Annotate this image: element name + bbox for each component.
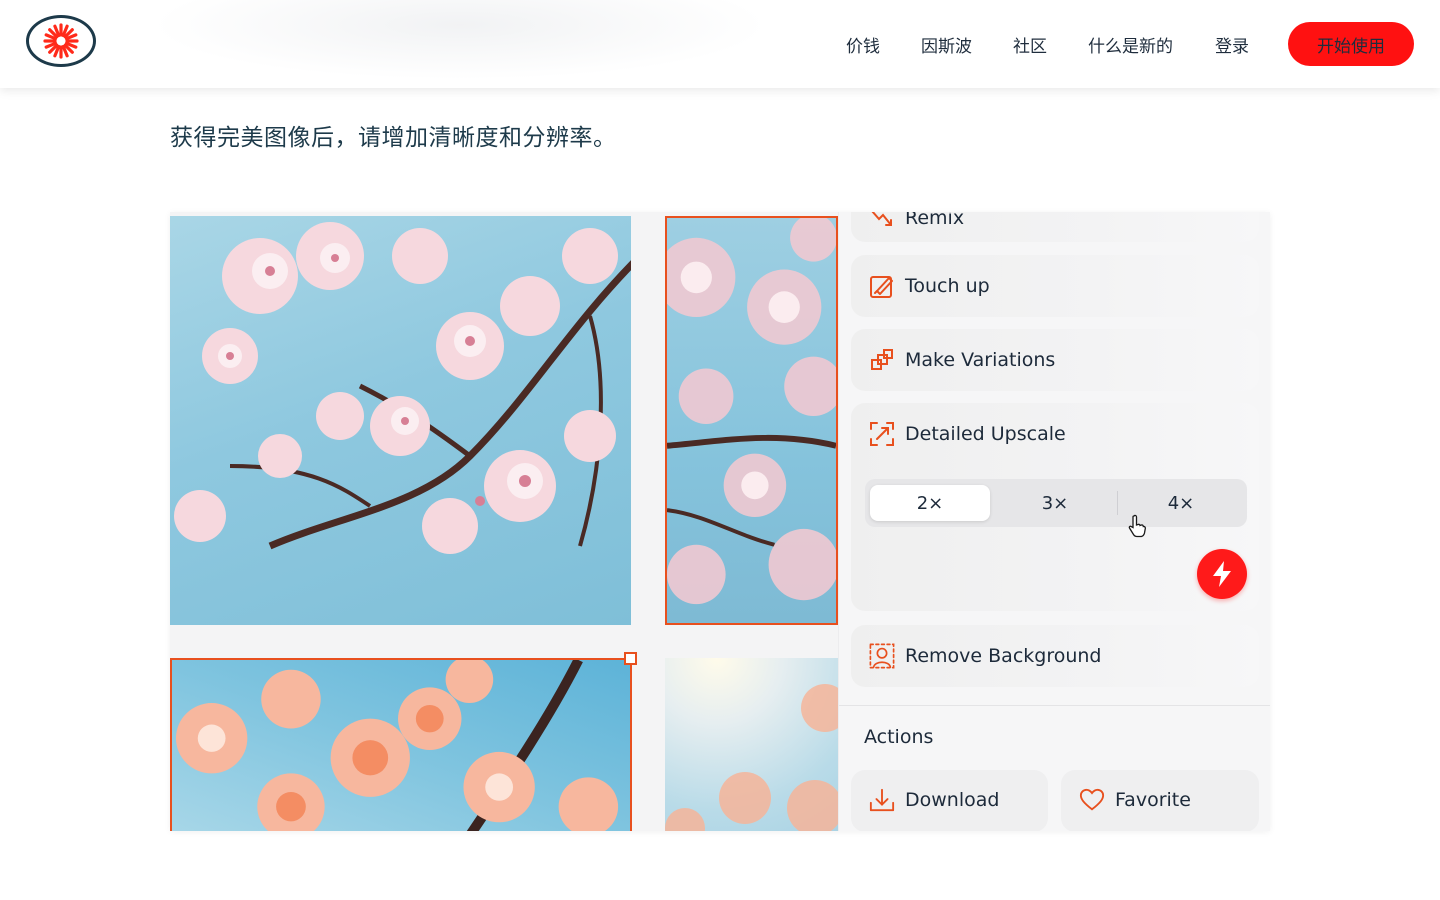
- photo-cherry-blossom-4[interactable]: [665, 658, 838, 831]
- variations-icon: [869, 347, 895, 373]
- site-header: 价钱 因斯波 社区 什么是新的 登录 开始使用: [0, 0, 1440, 88]
- upscale-icon: [869, 421, 895, 447]
- blossom-illustration: [174, 222, 631, 554]
- touch-up-row: Touch up: [869, 273, 990, 299]
- favorite-label: Favorite: [1115, 789, 1191, 811]
- header-haze: [150, 0, 770, 80]
- remove-background-icon: [869, 643, 895, 669]
- panel-divider: [839, 705, 1270, 706]
- nav-pricing[interactable]: 价钱: [846, 32, 880, 57]
- upscale-label: Detailed Upscale: [905, 423, 1066, 445]
- variations-label: Make Variations: [905, 349, 1056, 371]
- hand-cursor-icon: [1128, 514, 1146, 538]
- make-variations-card[interactable]: Make Variations: [851, 329, 1259, 391]
- blossom-illustration: [667, 218, 836, 605]
- nav-inspo[interactable]: 因斯波: [921, 32, 972, 57]
- nav-whats-new[interactable]: 什么是新的: [1088, 32, 1173, 57]
- photo-cherry-blossom-2[interactable]: [665, 216, 838, 625]
- app-showcase: Remix Touch up Make Variations Detailed …: [170, 212, 1270, 831]
- actions-heading: Actions: [864, 726, 934, 748]
- lightning-bolt-icon: [1213, 561, 1231, 587]
- get-started-button[interactable]: 开始使用: [1288, 22, 1414, 66]
- touch-up-label: Touch up: [905, 275, 990, 297]
- variations-row: Make Variations: [869, 347, 1055, 373]
- upscale-factor-selector: 2× 3× 4×: [865, 479, 1247, 538]
- remix-card[interactable]: Remix: [851, 212, 1259, 242]
- blossom-illustration: [665, 684, 838, 831]
- remove-background-card[interactable]: Remove Background: [851, 625, 1259, 687]
- tools-panel: Remix Touch up Make Variations Detailed …: [838, 212, 1270, 831]
- favorite-row: Favorite: [1079, 787, 1191, 813]
- photo-cherry-blossom-1[interactable]: [170, 216, 631, 625]
- photo-cherry-blossom-3[interactable]: [170, 658, 632, 831]
- remove-bg-label: Remove Background: [905, 645, 1102, 667]
- touch-up-card[interactable]: Touch up: [851, 255, 1259, 317]
- heart-icon: [1079, 787, 1105, 813]
- segment-divider: [1117, 491, 1118, 515]
- remix-label: Remix: [905, 212, 965, 229]
- download-button[interactable]: Download: [851, 770, 1048, 831]
- remove-bg-row: Remove Background: [869, 643, 1102, 669]
- download-label: Download: [905, 789, 1000, 811]
- logo[interactable]: [26, 15, 96, 67]
- tagline: 获得完美图像后，请增加清晰度和分辨率。: [170, 125, 617, 151]
- download-row: Download: [869, 787, 999, 813]
- resize-handle[interactable]: [624, 652, 637, 665]
- blossom-illustration: [175, 660, 619, 831]
- remix-row: Remix: [869, 212, 964, 231]
- upscale-option-2x[interactable]: 2×: [870, 485, 990, 521]
- favorite-button[interactable]: Favorite: [1061, 770, 1259, 831]
- remix-icon: [869, 212, 895, 231]
- touch-up-icon: [869, 273, 895, 299]
- starburst-logo-icon: [43, 23, 79, 59]
- run-upscale-button[interactable]: [1197, 549, 1247, 599]
- upscale-row[interactable]: Detailed Upscale: [869, 421, 1066, 447]
- nav-login[interactable]: 登录: [1215, 32, 1249, 57]
- download-icon: [869, 787, 895, 813]
- nav-community[interactable]: 社区: [1013, 32, 1047, 57]
- detailed-upscale-card: Detailed Upscale 2× 3× 4×: [851, 403, 1259, 611]
- upscale-option-3x[interactable]: 3×: [995, 485, 1115, 521]
